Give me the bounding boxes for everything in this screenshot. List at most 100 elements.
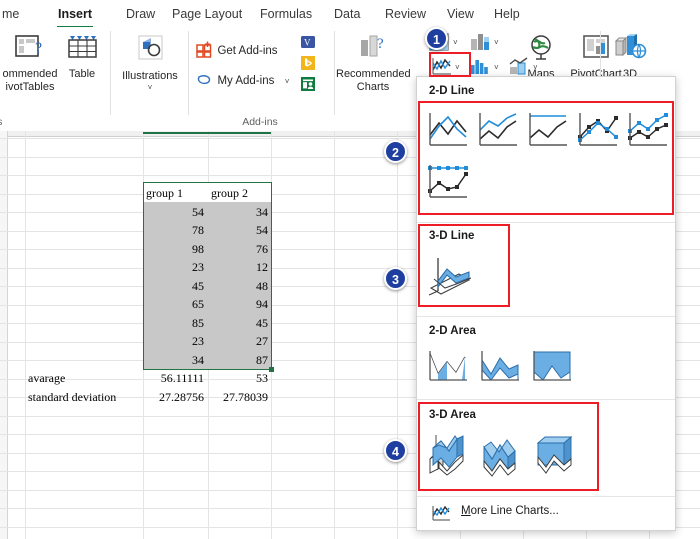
table-data-cell[interactable]: 45 <box>146 277 204 295</box>
my-addins-button[interactable]: My Add-ins ˅ <box>196 71 289 93</box>
gallery-item-area[interactable] <box>425 344 471 395</box>
tab-view[interactable]: View <box>445 4 476 25</box>
gridline-vertical <box>397 131 398 539</box>
get-addins-button[interactable]: Get Add-ins <box>196 41 278 63</box>
selection-fill-handle[interactable] <box>269 367 274 372</box>
gallery-item-3d-100-stacked-area[interactable] <box>533 429 581 484</box>
column-chart-chevron-down-icon[interactable]: ˅ <box>453 38 458 47</box>
table-data-cell[interactable]: 85 <box>146 314 204 332</box>
gallery-divider-3 <box>417 399 675 400</box>
table-header-cell[interactable]: group 1 <box>146 184 204 202</box>
gallery-section-title-3d-line: 3-D Line <box>429 230 475 242</box>
tab-insert[interactable]: Insert <box>56 4 94 28</box>
3d-map-icon <box>602 33 658 68</box>
tab-review[interactable]: Review <box>383 4 428 25</box>
table-data-cell[interactable]: 76 <box>211 240 268 258</box>
gallery-item-3d-stacked-area[interactable] <box>479 429 527 484</box>
gallery-item-100-stacked-line[interactable] <box>525 107 571 158</box>
ribbon-tab-bar: me Insert Draw Page Layout Formulas Data… <box>0 0 700 28</box>
table-data-cell[interactable]: 12 <box>211 258 268 276</box>
more-line-charts-label: More Line Charts... <box>461 505 559 517</box>
summary-label-cell[interactable]: standard deviation <box>28 388 160 406</box>
ribbon-group-tables: ? ommended ivotTables Table <box>0 27 110 131</box>
table-data-cell[interactable]: 23 <box>146 258 204 276</box>
line-chart-gallery-dropdown[interactable]: 2-D Line 3-D Line 2-D Area 3-D Area More… <box>416 76 676 531</box>
recommended-charts-label-1: Recommended <box>336 68 411 80</box>
gallery-item-line[interactable] <box>425 107 471 158</box>
summary-value-cell[interactable]: 27.28756 <box>143 388 204 406</box>
gridline-vertical <box>25 131 26 539</box>
maps-button[interactable]: Maps <box>516 33 566 81</box>
table-data-cell[interactable]: 98 <box>146 240 204 258</box>
table-data-cell[interactable]: 54 <box>211 221 268 239</box>
gallery-item-3d-line[interactable] <box>425 250 477 305</box>
my-addins-chevron-down-icon[interactable]: ˅ <box>285 77 290 86</box>
get-addins-icon <box>196 41 213 63</box>
table-data-cell[interactable]: 34 <box>146 351 204 369</box>
table-data-cell[interactable]: 34 <box>211 203 268 221</box>
gridline-vertical <box>334 131 335 539</box>
gallery-item-stacked-area[interactable] <box>477 344 523 395</box>
insert-hierarchy-chart-button[interactable] <box>469 31 491 58</box>
ribbon-group-label-tables: Tables <box>0 116 80 128</box>
tab-page-layout[interactable]: Page Layout <box>170 4 244 25</box>
people-graph-addin-icon <box>301 77 315 91</box>
gallery-item-line-with-markers[interactable] <box>575 107 621 158</box>
table-data-cell[interactable]: 54 <box>146 203 204 221</box>
insert-line-chart-highlight-box <box>429 52 471 77</box>
step-badge-3: 3 <box>384 267 407 290</box>
gallery-section-title-2d-line: 2-D Line <box>429 85 475 97</box>
group-divider-3 <box>334 31 335 115</box>
3d-map-button[interactable]: 3D <box>602 33 658 81</box>
step-badge-1: 1 <box>425 27 448 50</box>
insert-statistic-chart-icon <box>471 60 488 74</box>
summary-value-cell[interactable]: 56.11111 <box>143 369 204 387</box>
tab-help[interactable]: Help <box>492 4 522 25</box>
table-button[interactable]: Table <box>56 33 108 81</box>
tab-draw[interactable]: Draw <box>124 4 157 25</box>
svg-text:?: ? <box>35 40 42 57</box>
more-line-charts-accelerator: M <box>461 505 471 517</box>
gallery-divider-2 <box>417 316 675 317</box>
tab-data[interactable]: Data <box>332 4 362 25</box>
table-data-cell[interactable]: 94 <box>211 295 268 313</box>
hierarchy-chart-chevron-down-icon[interactable]: ˅ <box>494 38 499 47</box>
visio-addin-button[interactable]: V <box>300 34 316 55</box>
selection-column-e-edge <box>208 132 271 134</box>
bing-maps-addin-button[interactable] <box>300 55 316 76</box>
illustrations-icon <box>112 33 188 70</box>
table-data-cell[interactable]: 65 <box>146 295 204 313</box>
illustrations-label: Illustrations <box>122 70 178 82</box>
more-line-charts-menu-item[interactable]: More Line Charts... <box>417 496 675 530</box>
recommended-charts-button[interactable]: ? Recommended Charts <box>336 33 411 93</box>
gallery-item-3d-area[interactable] <box>425 429 473 484</box>
row-headers[interactable] <box>0 131 8 539</box>
table-data-cell[interactable]: 48 <box>211 277 268 295</box>
summary-value-cell[interactable]: 53 <box>208 369 268 387</box>
gallery-item-100-stacked-area[interactable] <box>529 344 575 395</box>
table-data-cell[interactable]: 87 <box>211 351 268 369</box>
illustrations-button[interactable]: Illustrations ˅ <box>112 33 188 92</box>
table-data-cell[interactable]: 27 <box>211 332 268 350</box>
table-data-cell[interactable]: 23 <box>146 332 204 350</box>
illustrations-chevron-down-icon[interactable]: ˅ <box>112 83 188 92</box>
more-line-charts-icon <box>431 504 451 527</box>
tab-home[interactable]: me <box>0 4 21 25</box>
tab-formulas[interactable]: Formulas <box>258 4 314 25</box>
table-data-cell[interactable]: 78 <box>146 221 204 239</box>
gridline-vertical <box>271 131 272 539</box>
statistic-chart-chevron-down-icon[interactable]: ˅ <box>494 63 499 72</box>
step-badge-2: 2 <box>384 140 407 163</box>
gallery-item-stacked-line-with-markers[interactable] <box>625 107 671 158</box>
group-divider-1 <box>110 31 111 115</box>
ribbon-group-label-addins: Add-ins <box>242 116 278 128</box>
table-data-cell[interactable]: 45 <box>211 314 268 332</box>
gallery-item-stacked-line[interactable] <box>475 107 521 158</box>
recommended-charts-icon: ? <box>336 33 410 68</box>
selection-column-d-edge <box>143 132 208 134</box>
gallery-item-100-stacked-line-with-markers[interactable] <box>425 159 471 210</box>
table-header-cell[interactable]: group 2 <box>211 184 268 202</box>
people-graph-addin-button[interactable] <box>300 76 316 97</box>
summary-value-cell[interactable]: 27.78039 <box>208 388 268 406</box>
summary-label-cell[interactable]: avarage <box>28 369 160 387</box>
